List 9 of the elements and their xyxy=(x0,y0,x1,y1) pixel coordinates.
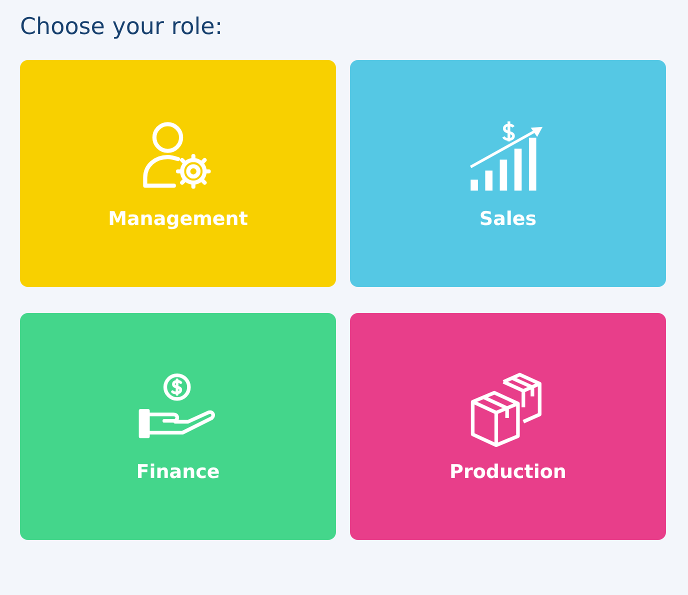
role-label: Management xyxy=(108,208,248,230)
role-card[interactable]: Finance xyxy=(20,313,336,540)
role-card[interactable]: Management xyxy=(20,60,336,287)
role-card[interactable]: Production xyxy=(350,313,666,540)
role-card[interactable]: Sales xyxy=(350,60,666,287)
role-label: Sales xyxy=(479,208,537,230)
role-label: Finance xyxy=(136,460,220,482)
role-label: Production xyxy=(450,460,566,482)
page-heading: Choose your role: xyxy=(20,14,224,40)
